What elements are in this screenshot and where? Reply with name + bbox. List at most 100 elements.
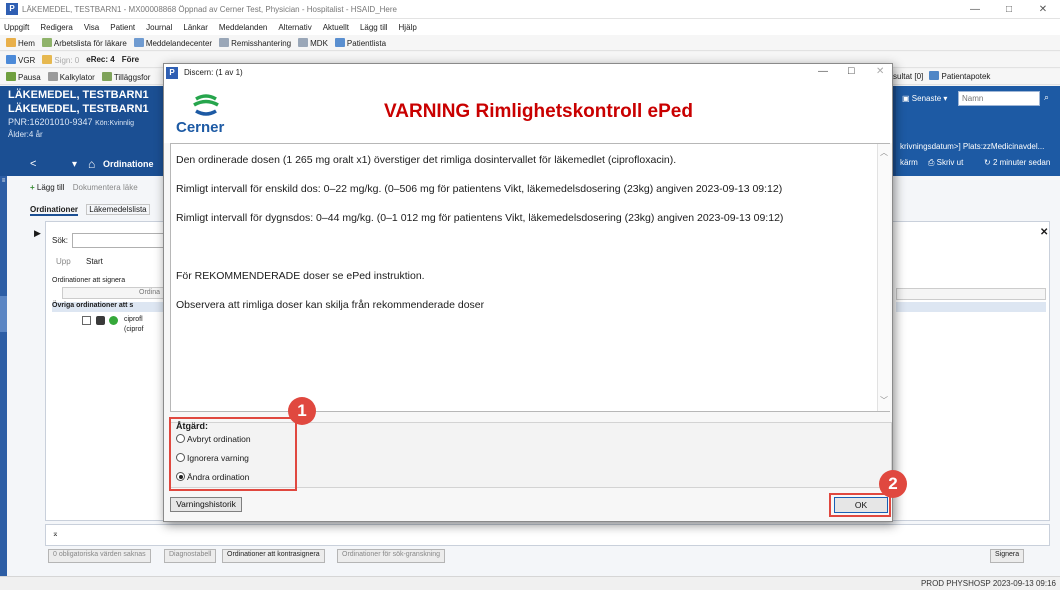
order-ciprofloxacin[interactable]: ciprofl: [124, 316, 143, 323]
menu-visa[interactable]: Visa: [84, 23, 99, 32]
pharmacy-icon: [929, 71, 940, 80]
other-orders-group[interactable]: Övriga ordinationer att s: [52, 302, 166, 312]
location-info: krivningsdatum>] Plats:zzMedicinavdel...: [900, 142, 1045, 151]
dialog-maximize-button[interactable]: □: [848, 65, 855, 77]
warning-history-button[interactable]: Varningshistorik: [170, 497, 242, 512]
senaste-dropdown[interactable]: ▣ Senaste ▾: [902, 94, 947, 103]
missing-values-button[interactable]: 0 obligatoriska värden saknas: [48, 549, 151, 563]
close-panel-icon[interactable]: ✕: [1040, 227, 1048, 238]
expand-icon[interactable]: ▶: [34, 228, 41, 239]
message-line-note: Observera att rimliga doser kan skilja f…: [176, 299, 485, 311]
side-menu-strip[interactable]: [0, 176, 7, 576]
tab-ordinationer[interactable]: Ordinationer: [30, 205, 79, 216]
referral-icon: [219, 37, 230, 47]
menu-aktuellt[interactable]: Aktuellt: [323, 23, 349, 32]
toolbar-pausa[interactable]: Pausa: [6, 71, 41, 82]
menu-meddelanden[interactable]: Meddelanden: [219, 23, 267, 32]
dialog-close-button[interactable]: ✕: [876, 66, 884, 77]
order-ciprofloxacin-detail: (ciprof: [124, 326, 144, 333]
toolbar-sign[interactable]: Sign: 0: [42, 54, 79, 65]
cerner-logo: Cerner: [176, 93, 236, 136]
toolbar-mdk[interactable]: MDK: [298, 37, 328, 48]
dialog-header: Cerner VARNING Rimlighetskontroll ePed: [164, 81, 892, 143]
scroll-down-icon[interactable]: ﹀: [880, 395, 888, 406]
side-menu-handle[interactable]: [0, 296, 7, 332]
patient-gender: Kön:Kvinnlig: [95, 120, 135, 127]
right-group-row: [896, 302, 1046, 312]
minimize-button[interactable]: —: [958, 4, 992, 15]
toolbar-resultat[interactable]: sultat [0]: [893, 72, 923, 81]
pause-icon: [6, 71, 16, 81]
toolbar-meddelandecenter[interactable]: Meddelandecenter: [133, 37, 212, 48]
toolbar-kalkylator[interactable]: Kalkylator: [47, 71, 95, 82]
print-button[interactable]: ⎙ Skriv ut: [928, 158, 963, 168]
menu-patient[interactable]: Patient: [110, 23, 135, 32]
order-checkbox[interactable]: [82, 316, 91, 325]
menu-lagg-till[interactable]: Lägg till: [360, 23, 388, 32]
callout-badge-1: 1: [288, 397, 316, 425]
toolbar-tillagg[interactable]: Tilläggsfor: [101, 71, 150, 82]
upp-button[interactable]: Upp: [56, 257, 71, 266]
patient-age: Ålder:4 år: [8, 130, 43, 139]
sign-button[interactable]: Signera: [990, 549, 1025, 563]
review-button[interactable]: Ordinationer för sök-granskning: [337, 549, 446, 563]
close-button[interactable]: ✕: [1026, 4, 1060, 15]
window-titlebar: P LÄKEMEDEL, TESTBARN1 - MX00008868 Öppn…: [0, 0, 1060, 19]
cerner-logo-text: Cerner: [176, 119, 225, 136]
dialog-title: Discern: (1 av 1): [184, 68, 243, 77]
plus-icon: +: [30, 183, 35, 192]
status-text: PROD PHYSHOSP 2023-09-13 09:16: [920, 579, 1056, 588]
menu-label: ≡: [1, 178, 6, 184]
callout-badge-2: 2: [879, 470, 907, 498]
toolbar-hem[interactable]: Hem: [6, 37, 35, 48]
message-line-single-dose: Rimligt intervall för enskild dos: 0–22 …: [176, 183, 783, 195]
toolbar-patientapotek[interactable]: Patientapotek: [929, 71, 990, 81]
maximize-button[interactable]: □: [992, 4, 1026, 15]
printer-icon: ⎙: [928, 158, 935, 167]
skarm-button[interactable]: kärm: [900, 158, 918, 167]
tab-lakemedelslista[interactable]: Läkemedelslista: [86, 204, 150, 215]
toolbar-erec[interactable]: eRec: 4: [86, 55, 114, 64]
message-line-recommended: För REKOMMENDERADE doser se ePed instruk…: [176, 270, 425, 282]
toolbar-vgr[interactable]: VGR: [6, 54, 35, 65]
sign-icon: [42, 54, 53, 64]
menu-alternativ[interactable]: Alternativ: [278, 23, 311, 32]
diagnostabell-button[interactable]: Diagnostabell: [164, 549, 217, 563]
search-icon[interactable]: ⌕: [1044, 92, 1049, 103]
toolbar-fore[interactable]: Före: [122, 55, 139, 64]
nav-ordinationer[interactable]: Ordinatione: [103, 159, 154, 169]
order-search-input[interactable]: [72, 233, 164, 248]
menu-uppgift[interactable]: Uppgift: [4, 23, 29, 32]
scroll-up-icon[interactable]: ︿: [880, 147, 888, 158]
refresh-icon: ↻: [984, 158, 991, 167]
menu-lankar[interactable]: Länkar: [183, 23, 207, 32]
add-order-button[interactable]: + Lägg till: [30, 183, 64, 192]
dialog-titlebar: P Discern: (1 av 1) — □ ✕: [164, 64, 892, 81]
dialog-minimize-button[interactable]: —: [818, 66, 828, 77]
vgr-icon: [6, 54, 16, 64]
countersign-button[interactable]: Ordinationer att kontrasignera: [222, 549, 325, 563]
patient-list-icon: [334, 37, 345, 47]
toolbar-right-items: sultat [0] Patientapotek: [893, 71, 990, 81]
menu-hjalp[interactable]: Hjälp: [399, 23, 417, 32]
comment-field[interactable]: [45, 524, 1050, 546]
sok-label: Sök:: [52, 236, 69, 245]
home-nav-icon[interactable]: ⌂: [88, 157, 95, 171]
dropdown-arrow-icon[interactable]: ▾: [72, 159, 77, 170]
menu-journal[interactable]: Journal: [146, 23, 172, 32]
patient-search-input[interactable]: [958, 91, 1040, 106]
right-column-header: [896, 288, 1046, 300]
back-button[interactable]: <: [30, 158, 36, 170]
start-button[interactable]: Start: [86, 257, 103, 266]
refresh-button[interactable]: ↻ 2 minuter sedan: [984, 158, 1050, 167]
toolbar-primary: Hem Arbetslista för läkare Meddelandecen…: [0, 35, 1060, 51]
toolbar-arbetslista[interactable]: Arbetslista för läkare: [41, 37, 127, 48]
toolbar-remisshantering[interactable]: Remisshantering: [219, 37, 291, 48]
menu-redigera[interactable]: Redigera: [40, 23, 72, 32]
document-med-button[interactable]: Dokumentera läke: [73, 183, 138, 192]
message-scrollbar[interactable]: ︿ ﹀: [877, 144, 890, 411]
senaste-label: Senaste: [911, 94, 942, 103]
to-sign-section[interactable]: Ordinationer att signera: [52, 277, 125, 284]
toolbar-patientlista[interactable]: Patientlista: [334, 37, 386, 48]
orders-actions: + Lägg till Dokumentera läke: [30, 183, 138, 192]
